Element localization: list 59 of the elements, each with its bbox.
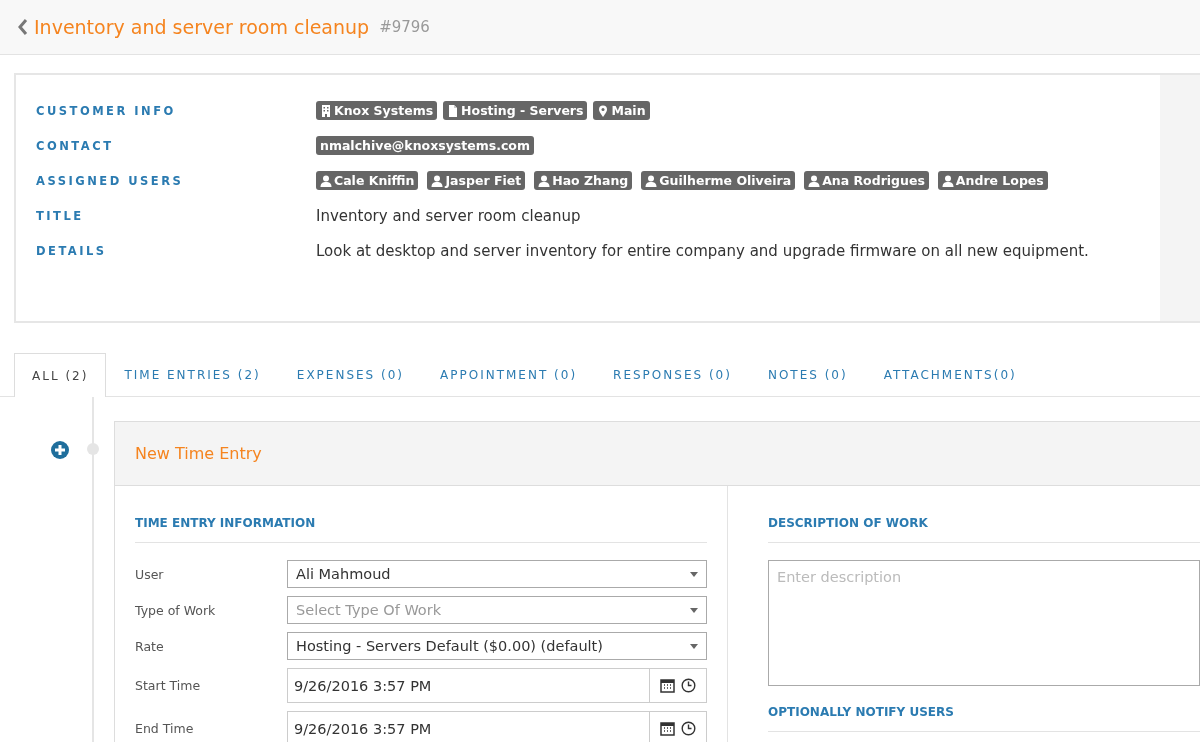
dropdown[interactable]: Select Type Of Work <box>287 596 707 624</box>
section-heading: TIME ENTRY INFORMATION <box>135 516 316 532</box>
field-value: Look at desktop and server inventory for entire company and upgrade firmware on all new equipment. <box>316 241 1089 260</box>
user-icon <box>645 174 658 187</box>
user-tag: Guilherme Oliveira <box>641 171 796 190</box>
field-label: ASSIGNED USERS <box>36 173 185 188</box>
section-heading: OPTIONALLY NOTIFY USERS <box>768 705 954 721</box>
field-label: End Time <box>135 721 195 736</box>
calendar-icon <box>660 721 675 736</box>
tab[interactable]: APPOINTMENT (0) <box>422 353 596 396</box>
field-value: Inventory and server room cleanup <box>316 206 581 225</box>
datetime-field[interactable]: 9/26/2016 3:57 PM <box>287 668 707 703</box>
map-pin-icon <box>597 104 610 117</box>
user-icon <box>320 174 332 187</box>
description-field[interactable]: Enter description <box>768 560 1200 686</box>
info-tag: Knox Systems <box>316 101 438 120</box>
tab[interactable]: RESPONSES (0) <box>595 353 750 396</box>
field-label: CUSTOMER INFO <box>36 103 177 118</box>
caret-icon <box>690 643 698 649</box>
tab[interactable]: ATTACHMENTS(0) <box>865 353 1035 396</box>
ticket-number: #9796 <box>379 18 430 36</box>
field-label: CONTACT <box>36 138 115 153</box>
info-tag: Main <box>593 101 650 120</box>
clock-icon <box>681 721 696 736</box>
user-tag: Jasper Fiet <box>427 171 526 190</box>
back-chevron-icon <box>18 19 28 35</box>
user-icon <box>808 174 821 187</box>
user-tag: Hao Zhang <box>534 171 633 190</box>
caret-icon <box>690 607 698 613</box>
user-icon <box>431 174 444 187</box>
dropdown[interactable]: Hosting - Servers Default ($0.00) (default) <box>287 632 707 660</box>
user-tag: Ana Rodrigues <box>804 171 929 190</box>
info-tag: nmalchive@knoxsystems.com <box>316 136 534 155</box>
clock-icon <box>681 678 696 693</box>
building-icon <box>320 104 332 117</box>
field-label: Rate <box>135 638 165 654</box>
datetime-field[interactable]: 9/26/2016 3:57 PM <box>287 711 707 742</box>
section-heading: DESCRIPTION OF WORK <box>768 516 928 532</box>
caret-icon <box>690 571 698 577</box>
field-label: TITLE <box>36 208 85 223</box>
field-label: DETAILS <box>36 243 108 258</box>
field-label: Type of Work <box>135 602 217 618</box>
tab[interactable]: TIME ENTRIES (2) <box>106 353 279 396</box>
panel-title: New Time Entry <box>135 444 262 463</box>
user-tag: Cale Kniffin <box>316 171 419 190</box>
calendar-icon <box>660 678 675 693</box>
tab[interactable]: ALL (2) <box>14 353 107 397</box>
tab[interactable]: EXPENSES (0) <box>278 353 423 396</box>
file-icon <box>447 104 460 117</box>
field-label: Start Time <box>135 678 202 693</box>
tab[interactable]: NOTES (0) <box>749 353 866 396</box>
page-title: Inventory and server room cleanup <box>34 16 370 38</box>
field-label: User <box>135 566 165 582</box>
dropdown[interactable]: Ali Mahmoud <box>287 560 707 588</box>
user-icon <box>941 174 954 187</box>
info-tag: Hosting - Servers <box>443 101 588 120</box>
user-tag: Andre Lopes <box>937 171 1048 190</box>
add-icon <box>51 441 69 459</box>
user-icon <box>538 174 551 187</box>
